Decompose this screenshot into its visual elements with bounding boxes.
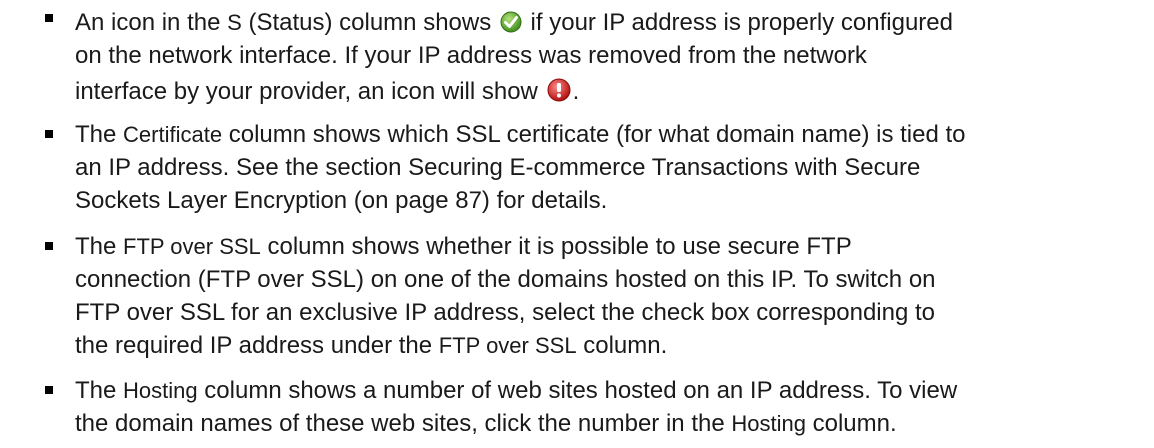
column-name-certificate: Certificate (123, 122, 223, 147)
bullet-marker (45, 242, 53, 250)
bullet-marker (45, 130, 53, 138)
text-line: The Certificate column shows which SSL c… (75, 121, 966, 148)
column-name-ftp-over-ssl: FTP over SSL (123, 234, 261, 259)
bullet-marker (45, 14, 53, 22)
document-page: An icon in the S (Status) column shows i… (0, 0, 1154, 448)
paragraph-ftp-over-ssl: The FTP over SSL column shows whether it… (75, 230, 1150, 362)
paragraph-status: An icon in the S (Status) column shows i… (75, 6, 1150, 108)
red-exclamation-icon (547, 78, 571, 102)
green-check-icon (500, 11, 522, 33)
text-line: An icon in the S (Status) column shows i… (75, 9, 953, 36)
column-name-s: S (227, 10, 242, 35)
text-line: The FTP over SSL column shows whether it… (75, 233, 852, 260)
text-line: interface by your provider, an icon will… (75, 78, 580, 105)
text-line: the required IP address under the FTP ov… (75, 332, 668, 359)
text-line: connection (FTP over SSL) on one of the … (75, 266, 936, 293)
text-line: FTP over SSL for an exclusive IP address… (75, 299, 936, 326)
column-name-hosting: Hosting (731, 411, 806, 436)
column-name-hosting: Hosting (123, 378, 198, 403)
text-line: The Hosting column shows a number of web… (75, 377, 958, 404)
paragraph-certificate: The Certificate column shows which SSL c… (75, 118, 1150, 217)
bullet-marker (45, 386, 53, 394)
text-line: the domain names of these web sites, cli… (75, 410, 897, 437)
text-line: on the network interface. If your IP add… (75, 42, 867, 69)
paragraph-hosting: The Hosting column shows a number of web… (75, 374, 1150, 440)
column-name-ftp-over-ssl: FTP over SSL (438, 333, 577, 358)
text-line: Sockets Layer Encryption (on page 87) fo… (75, 187, 608, 214)
text-line: an IP address. See the section Securing … (75, 154, 921, 181)
